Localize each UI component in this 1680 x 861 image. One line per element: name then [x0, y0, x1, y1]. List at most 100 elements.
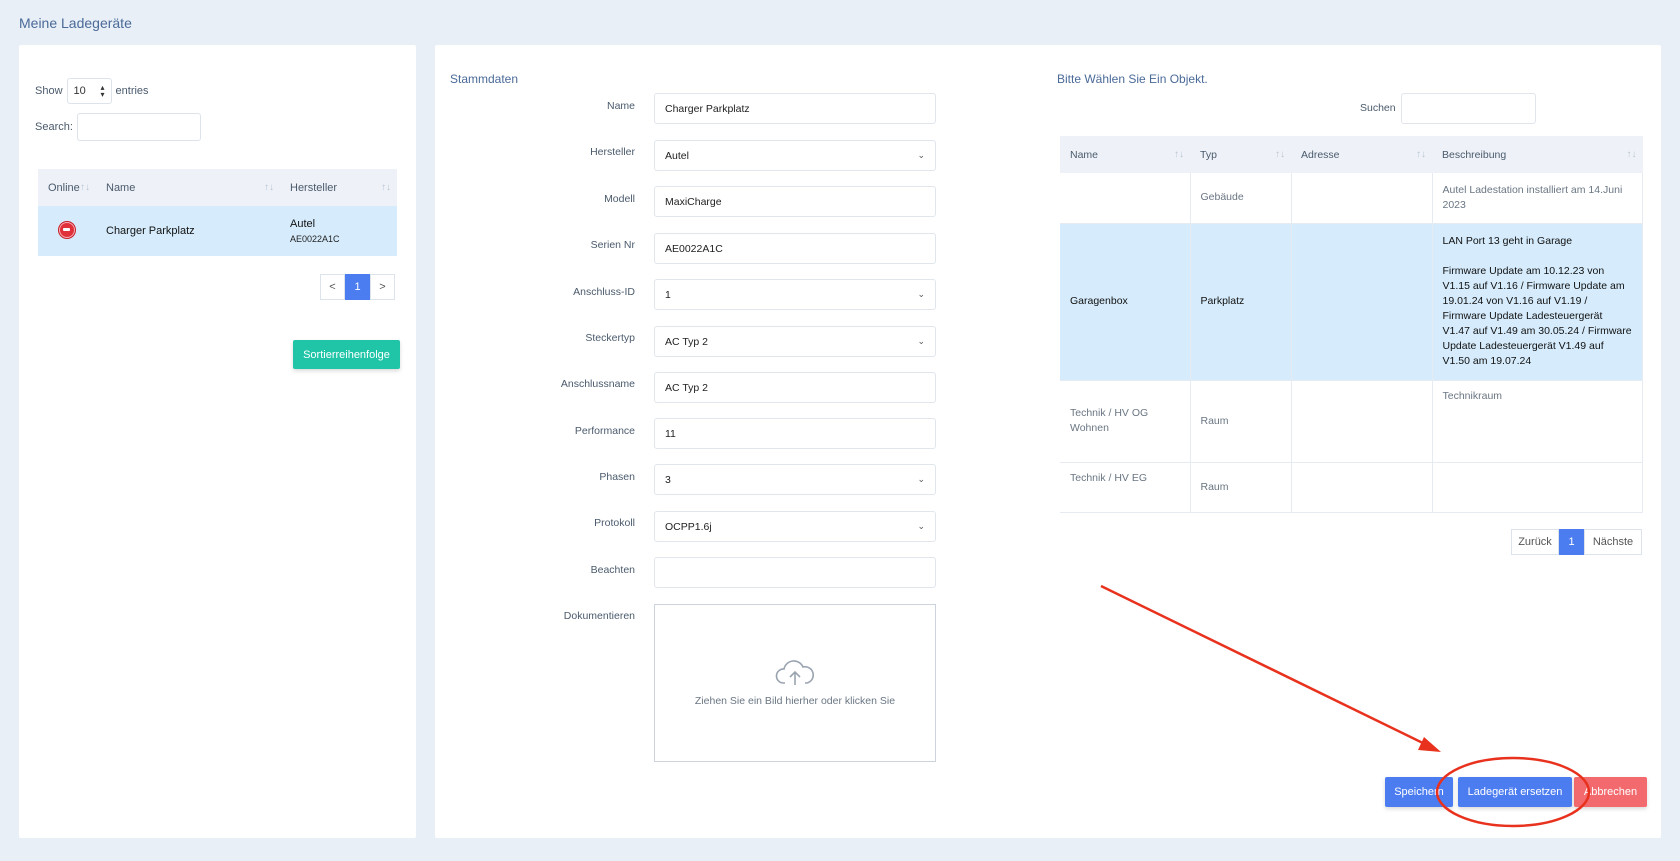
table-row[interactable]: Technik / HV OG Wohnen Raum Technikraum — [1060, 380, 1643, 463]
object-adresse — [1291, 173, 1433, 224]
left-pagination: < 1 > — [320, 274, 395, 300]
sort-icon: ↑↓ — [1626, 149, 1637, 160]
charger-manufacturer: Autel — [290, 218, 316, 230]
modell-label: Modell — [604, 193, 635, 205]
entries-select[interactable]: 10 ▴ ▾ — [66, 78, 112, 104]
pager-page-1[interactable]: 1 — [345, 274, 370, 300]
dokumentieren-label: Dokumentieren — [563, 610, 635, 622]
charger-detail-card: Stammdaten Name Charger Parkplatz Herste… — [435, 45, 1661, 838]
table-row[interactable]: Charger Parkplatz Autel AE0022A1C — [38, 206, 397, 256]
serien-field[interactable]: AE0022A1C — [654, 233, 936, 264]
anschlussname-field[interactable]: AC Typ 2 — [654, 372, 936, 403]
column-header-typ[interactable]: Typ ↑↓ — [1190, 136, 1291, 173]
pager-next-button[interactable]: > — [370, 274, 395, 300]
cloud-upload-icon — [775, 660, 815, 685]
beachten-label: Beachten — [590, 564, 635, 576]
table-row[interactable]: Gebäude Autel Ladestation installiert am… — [1060, 173, 1643, 224]
chevron-down-icon: ⌄ — [917, 521, 925, 531]
document-dropzone[interactable]: Ziehen Sie ein Bild hierher oder klicken… — [654, 604, 936, 762]
search-control: Search: — [35, 113, 201, 141]
column-header-name[interactable]: Name ↑↓ — [1060, 136, 1190, 173]
anschlussname-label: Anschlussname — [560, 378, 635, 390]
performance-label: Performance — [574, 425, 635, 437]
object-typ: Parkplatz — [1190, 223, 1292, 381]
sort-icon: ↑↓ — [1174, 149, 1184, 160]
entries-value: 10 — [73, 85, 86, 97]
performance-field[interactable]: 11 — [654, 418, 936, 449]
beachten-field[interactable] — [654, 557, 936, 588]
pager-page-1[interactable]: 1 — [1559, 529, 1584, 555]
protokoll-select[interactable]: OCPP1.6j ⌄ — [654, 511, 936, 542]
sort-icon: ↑↓ — [1275, 149, 1285, 160]
anschluss-id-select[interactable]: 1 ⌄ — [654, 279, 936, 310]
cancel-button[interactable]: Abbrechen — [1574, 777, 1647, 807]
charger-serial: AE0022A1C — [290, 234, 340, 244]
sort-icon: ↑↓ — [1416, 149, 1426, 160]
save-button[interactable]: Speichern — [1385, 777, 1453, 807]
name-field[interactable]: Charger Parkplatz — [654, 93, 936, 124]
pager-prev-button[interactable]: Zurück — [1511, 529, 1559, 555]
object-name: Technik / HV EG — [1060, 462, 1191, 513]
object-adresse — [1291, 223, 1433, 381]
object-adresse — [1291, 462, 1433, 513]
object-name: Garagenbox — [1060, 223, 1191, 381]
stammdaten-title: Stammdaten — [450, 72, 519, 86]
search-input[interactable] — [76, 113, 201, 141]
chevron-down-icon: ⌄ — [917, 336, 925, 346]
modell-field[interactable]: MaxiCharge — [654, 186, 936, 217]
phasen-select[interactable]: 3 ⌄ — [654, 464, 936, 495]
search-label: Search: — [35, 121, 73, 133]
object-beschreibung — [1432, 462, 1643, 513]
object-search-input[interactable] — [1401, 93, 1536, 124]
object-adresse — [1291, 380, 1433, 463]
anschluss-id-label: Anschluss-ID — [573, 286, 635, 298]
chevron-down-icon: ⌄ — [917, 474, 925, 484]
sort-icon: ↑↓ — [264, 182, 274, 193]
object-typ: Raum — [1190, 380, 1292, 463]
table-row[interactable]: Technik / HV EG Raum — [1060, 462, 1643, 513]
object-name: Technik / HV OG Wohnen — [1060, 380, 1191, 463]
object-search-label: Suchen — [1360, 102, 1396, 114]
object-beschreibung-cell: LAN Port 13 geht in Garage Firmware Upda… — [1432, 223, 1643, 381]
object-beschreibung: Autel Ladestation installiert am 14.Juni… — [1432, 173, 1643, 224]
name-label: Name — [606, 100, 635, 112]
column-header-online[interactable]: Online ↑↓ — [38, 169, 96, 206]
object-beschreibung: Technikraum — [1432, 380, 1643, 463]
offline-status-icon — [59, 221, 75, 238]
object-beschreibung-line2: Firmware Update am 10.12.23 von V1.15 au… — [1442, 265, 1632, 367]
object-beschreibung-line1: LAN Port 13 geht in Garage — [1442, 235, 1573, 247]
charger-name: Charger Parkplatz — [96, 206, 280, 256]
dropzone-text: Ziehen Sie ein Bild hierher oder klicken… — [694, 695, 896, 707]
object-typ: Gebäude — [1190, 173, 1292, 224]
sort-icon: ↑↓ — [80, 182, 90, 193]
column-header-hersteller[interactable]: Hersteller ↑↓ — [280, 169, 397, 206]
phasen-label: Phasen — [599, 471, 635, 483]
pager-next-button[interactable]: Nächste — [1584, 529, 1642, 555]
table-row[interactable]: Garagenbox Parkplatz LAN Port 13 geht in… — [1060, 223, 1643, 381]
pager-prev-button[interactable]: < — [320, 274, 345, 300]
steckertyp-label: Steckertyp — [585, 332, 635, 344]
updown-icon: ▴ ▾ — [100, 83, 105, 99]
protokoll-label: Protokoll — [594, 517, 635, 529]
chevron-down-icon: ⌄ — [917, 289, 925, 299]
charger-list-card: Show 10 ▴ ▾ entries Search: Online ↑↓ Name… — [19, 45, 416, 838]
serien-label: Serien Nr — [590, 239, 635, 251]
hersteller-label: Hersteller — [590, 146, 635, 158]
replace-charger-button[interactable]: Ladegerät ersetzen — [1458, 777, 1572, 807]
page-title: Meine Ladegeräte — [19, 15, 132, 31]
charger-table: Online ↑↓ Name ↑↓ Hersteller ↑↓ Charger Par… — [38, 169, 397, 256]
chevron-down-icon: ⌄ — [917, 150, 925, 160]
object-table: Name ↑↓ Typ ↑↓ Adresse ↑↓ Beschreibung ↑↓ Ge… — [1060, 136, 1643, 513]
sort-icon: ↑↓ — [381, 182, 391, 193]
column-header-beschreibung[interactable]: Beschreibung ↑↓ — [1432, 136, 1643, 173]
entries-length-control: Show 10 ▴ ▾ entries — [35, 78, 149, 104]
sort-order-button[interactable]: Sortierreihenfolge — [293, 340, 400, 369]
charger-manufacturer-cell: Autel AE0022A1C — [280, 206, 397, 256]
column-header-name[interactable]: Name ↑↓ — [96, 169, 280, 206]
steckertyp-select[interactable]: AC Typ 2 ⌄ — [654, 326, 936, 357]
hersteller-select[interactable]: Autel ⌄ — [654, 140, 936, 171]
column-header-adresse[interactable]: Adresse ↑↓ — [1291, 136, 1432, 173]
object-chooser-title: Bitte Wählen Sie Ein Objekt. — [1057, 72, 1208, 86]
show-label: Show — [35, 85, 63, 97]
object-typ: Raum — [1190, 462, 1292, 513]
